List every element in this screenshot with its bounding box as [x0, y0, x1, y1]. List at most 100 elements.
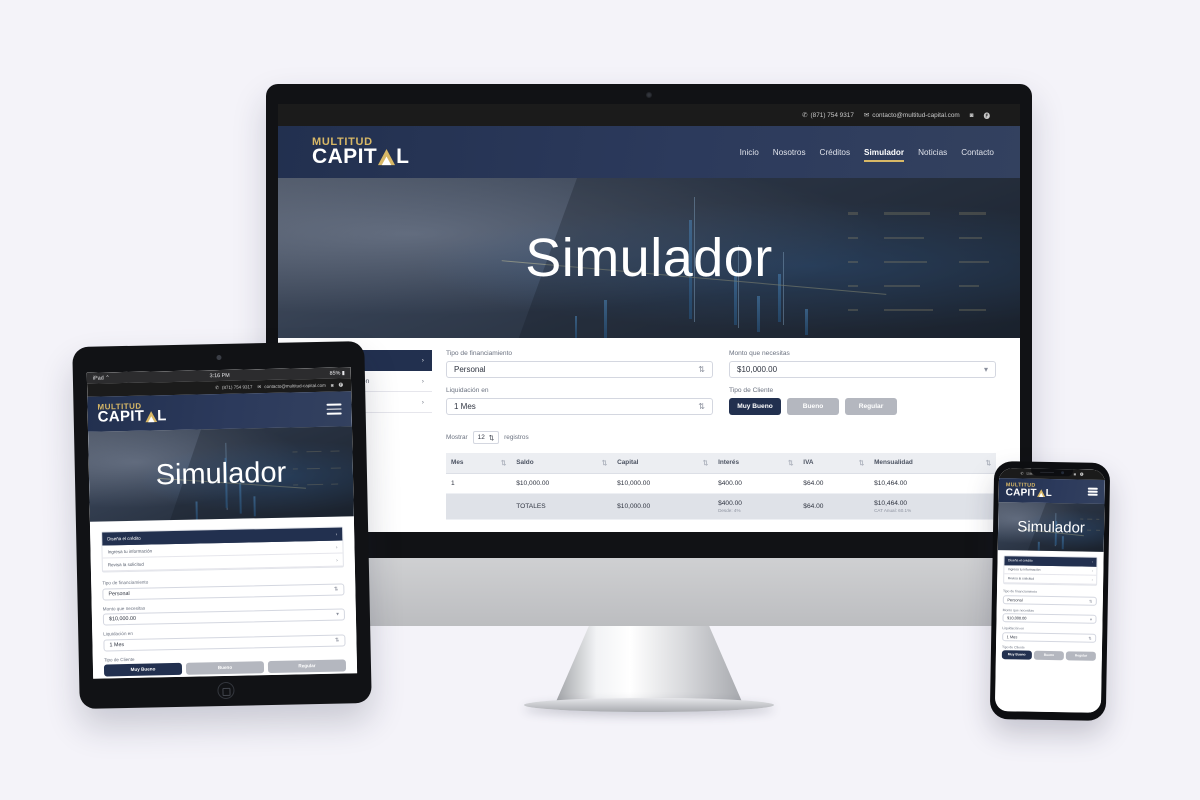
field-label: Monto que necesitas — [729, 350, 790, 357]
client-type-regular[interactable]: Regular — [845, 398, 897, 415]
logo-capit: CAPIT — [312, 145, 378, 169]
phone-icon: ✆ — [1020, 471, 1024, 476]
field-value: $10,000.00 — [108, 615, 136, 623]
nav-item-noticias[interactable]: Noticias — [918, 148, 947, 157]
amount-select[interactable]: $10,000.00 ▾ — [102, 608, 346, 626]
desktop-nav: Inicio Nosotros Créditos Simulador Notic… — [740, 148, 994, 162]
site-logo[interactable]: MULTITUD CAPIT L — [312, 137, 409, 169]
field-value: $10,000.00 — [1006, 615, 1027, 621]
col-capital[interactable]: Capital ⇅ — [612, 453, 714, 474]
sort-arrows-icon: ⇅ — [601, 460, 608, 467]
topbar-phone[interactable]: ✆ (871) 754 9317 — [802, 111, 854, 120]
instagram-icon[interactable]: ◙ — [1074, 472, 1076, 476]
desktop-topbar: ✆ (871) 754 9317 ✉ contacto@multitud-cap… — [278, 104, 1020, 126]
client-type-bueno[interactable]: Bueno — [787, 398, 839, 415]
field-financing-type: Tipo de financiamiento Personal ⇅ — [446, 350, 713, 387]
client-type-muy-bueno[interactable]: Muy Bueno — [103, 662, 183, 677]
topbar-phone-label: (871) 754 9317 — [221, 384, 253, 390]
term-select[interactable]: 1 Mes ⇅ — [446, 398, 713, 415]
imac-chin — [266, 558, 1032, 626]
select-caret-icon: ⇅ — [334, 637, 340, 644]
notch — [1031, 468, 1074, 477]
hamburger-menu-icon[interactable] — [1087, 488, 1098, 496]
field-amount: Monto que necesitas $10,000.00 ▾ — [729, 350, 996, 387]
page-size-select[interactable]: 12 ⇅ — [472, 431, 500, 444]
client-type-muy-bueno[interactable]: Muy Bueno — [729, 398, 781, 415]
topbar-email-label: contacto@multitud-capital.com — [264, 382, 326, 390]
nav-item-simulador[interactable]: Simulador — [864, 148, 905, 162]
phone-steps-list: Diseña el crédito › Ingresa tu informaci… — [1003, 555, 1098, 586]
field-label-term: Liquidación en — [1002, 626, 1025, 631]
facebook-icon[interactable]: 🅕 — [339, 382, 344, 388]
total-interes-value: $400.00 — [718, 500, 742, 507]
carrier-label: iPad — [92, 374, 104, 382]
instagram-icon[interactable]: ◙ — [970, 112, 974, 119]
financing-type-select[interactable]: Personal ⇅ — [446, 361, 713, 378]
amount-select[interactable]: $10,000.00 ▾ — [729, 361, 996, 378]
logo-line2: CAPIT L — [1006, 487, 1052, 499]
facebook-icon[interactable]: 🅕 — [1080, 472, 1084, 477]
field-value: 1 Mes — [1006, 634, 1018, 640]
facebook-icon[interactable]: 🅕 — [984, 111, 990, 120]
hero-title: Simulador — [525, 228, 773, 288]
desktop-hero: Simulador — [278, 178, 1020, 338]
sort-arrows-icon: ⇅ — [702, 460, 709, 467]
topbar-phone[interactable]: ✆ (871) 754 9317 — [215, 384, 252, 391]
table-head: Mes ⇅ Saldo ⇅ Capital ⇅ Interés ⇅ IVA ⇅ Mensu… — [446, 453, 996, 474]
amount-select[interactable]: $10,000.00 ▾ — [1002, 613, 1097, 625]
financing-type-select[interactable]: Personal ⇅ — [1002, 594, 1097, 606]
client-type-regular[interactable]: Regular — [267, 659, 347, 674]
client-type-regular[interactable]: Regular — [1066, 651, 1096, 662]
col-mensualidad[interactable]: Mensualidad ⇅ — [869, 453, 996, 474]
field-value: 1 Mes — [109, 641, 125, 648]
client-type-muy-bueno[interactable]: Muy Bueno — [1001, 650, 1032, 661]
nav-item-contacto[interactable]: Contacto — [961, 148, 994, 157]
tablet-form-fields: Tipo de financiamiento Personal ⇅ Monto … — [102, 575, 347, 677]
select-caret-icon: ⇅ — [333, 586, 339, 593]
chevron-right-icon: › — [336, 557, 338, 563]
client-type-bueno[interactable]: Bueno — [1033, 651, 1064, 661]
nav-item-creditos[interactable]: Créditos — [820, 148, 851, 157]
client-type-bueno[interactable]: Bueno — [185, 661, 265, 675]
instagram-icon[interactable]: ◙ — [331, 383, 334, 388]
ipad-device: iPad ⌃ 3:16 PM 85% ▮ ✆ (871) 754 9317 ✉ … — [72, 340, 372, 710]
topbar-email[interactable]: ✉ contacto@multitud-capital.com — [864, 111, 960, 120]
desktop-navbar: MULTITUD CAPIT L Inicio Nosotros Crédito… — [278, 126, 1020, 178]
topbar-email[interactable]: ✉ contacto@multitud-capital.com — [257, 382, 325, 389]
site-logo[interactable]: MULTITUD CAPIT L — [97, 402, 166, 426]
col-iva[interactable]: IVA ⇅ — [798, 453, 870, 474]
col-saldo[interactable]: Saldo ⇅ — [511, 453, 613, 474]
home-button[interactable] — [216, 681, 235, 700]
field-value: Personal — [1007, 596, 1023, 603]
field-value: 1 Mes — [454, 402, 476, 411]
nav-item-inicio[interactable]: Inicio — [740, 148, 759, 157]
term-select[interactable]: 1 Mes ⇅ — [103, 633, 346, 652]
sort-arrows-icon: ⇅ — [858, 460, 865, 467]
total-mensualidad-value: $10,464.00 — [874, 500, 908, 507]
page-size-value: 12 — [477, 434, 485, 441]
financing-type-select[interactable]: Personal ⇅ — [102, 582, 345, 601]
nav-item-nosotros[interactable]: Nosotros — [773, 148, 806, 157]
responsive-mockup-scene: ✆ (871) 754 9317 ✉ contacto@multitud-cap… — [0, 0, 1200, 800]
desktop-form-fields: Tipo de financiamiento Personal ⇅ Monto … — [446, 350, 996, 520]
tablet-navbar: MULTITUD CAPIT L — [87, 391, 352, 432]
mountain-triangle-icon — [377, 148, 396, 167]
chevron-right-icon: › — [1091, 577, 1093, 582]
imac-stand-neck — [555, 626, 743, 704]
field-label-financing-type: Tipo de financiamiento — [1002, 589, 1038, 594]
select-caret-icon: ⇅ — [698, 365, 705, 374]
hamburger-menu-icon[interactable] — [326, 403, 342, 415]
amortization-table: Mes ⇅ Saldo ⇅ Capital ⇅ Interés ⇅ IVA ⇅ Mensu… — [446, 453, 996, 520]
col-mes[interactable]: Mes ⇅ — [446, 453, 512, 474]
chevron-right-icon: › — [421, 377, 424, 385]
records-label: registros — [504, 434, 529, 441]
col-interes[interactable]: Interés ⇅ — [713, 453, 799, 474]
term-select[interactable]: 1 Mes ⇅ — [1002, 631, 1097, 643]
site-logo[interactable]: MULTITUD CAPIT L — [1006, 482, 1053, 499]
step-revisa-la-solicitud[interactable]: Revisa la solicitud › — [1004, 574, 1097, 585]
wifi-icon: ⌃ — [105, 374, 110, 381]
client-type-options: Muy Bueno Bueno Regular — [729, 398, 996, 415]
front-camera-icon — [215, 354, 222, 361]
status-time: 3:16 PM — [209, 372, 230, 379]
field-term: Liquidación en 1 Mes ⇅ — [446, 387, 713, 424]
